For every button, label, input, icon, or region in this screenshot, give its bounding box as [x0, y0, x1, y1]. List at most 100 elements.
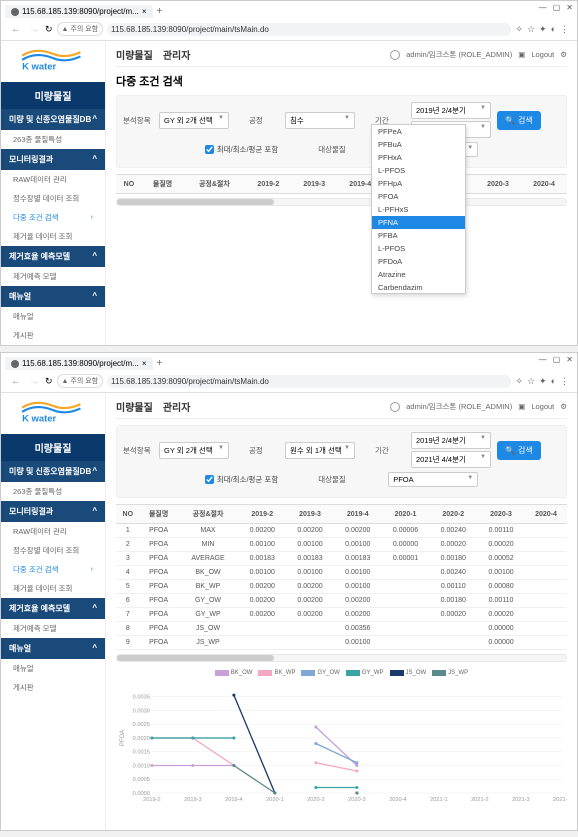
dropdown-option[interactable]: PFBA	[372, 229, 465, 242]
dropdown-option[interactable]: L-PFOS	[372, 242, 465, 255]
maximize-icon[interactable]: ▢	[553, 3, 561, 12]
profile-icon[interactable]: ◐	[551, 376, 556, 387]
select-period-from[interactable]: 2019년 2/4분기▼	[411, 432, 491, 449]
scrollbar-thumb[interactable]	[117, 199, 274, 205]
legend-item: BK_OW	[215, 670, 253, 676]
share-icon[interactable]: ✧	[515, 376, 523, 387]
search-button[interactable]: 🔍검색	[497, 111, 541, 130]
select-analysis[interactable]: GY 외 2개 선택▼	[159, 112, 229, 129]
security-warning[interactable]: ▲ 주의 요함	[57, 374, 104, 388]
legend-item: JS_WP	[432, 670, 468, 676]
select-period-from[interactable]: 2019년 2/4분기▼	[411, 102, 491, 119]
browser-tab[interactable]: 115.68.185.139:8090/project/m... ×	[5, 357, 153, 370]
sidebar-sec-model[interactable]: 제거효율 예측모델^	[1, 246, 105, 267]
sidebar-item-manual[interactable]: 매뉴얼	[1, 659, 105, 678]
menu-icon[interactable]: ⋮	[560, 24, 569, 35]
dropdown-option[interactable]: PFHpA	[372, 177, 465, 190]
checkbox-minmaxavg[interactable]: 최대/최소/평균 포함	[205, 474, 278, 485]
star-icon[interactable]: ☆	[527, 24, 535, 35]
sidebar-item-board[interactable]: 게시판	[1, 326, 105, 345]
sidebar-sec-monitoring[interactable]: 모니터링결과^	[1, 501, 105, 522]
select-target[interactable]: PFOA▼	[388, 472, 478, 487]
table-cell: PFOA	[140, 538, 178, 552]
table-cell: 0.00200	[286, 594, 334, 608]
logout-icon[interactable]: ▣	[518, 50, 525, 59]
horizontal-scrollbar[interactable]	[116, 198, 567, 206]
logout-icon[interactable]: ▣	[518, 402, 525, 411]
refresh-icon[interactable]: ↻	[45, 24, 53, 35]
breadcrumb: 미량물질	[116, 399, 153, 414]
sidebar-item-substance[interactable]: 263종 물질특성	[1, 482, 105, 501]
dropdown-option[interactable]: PFOA	[372, 190, 465, 203]
sidebar-item-removal[interactable]: 제거율 데이터 조회	[1, 579, 105, 598]
minimize-icon[interactable]: —	[539, 355, 547, 364]
back-icon[interactable]: ←	[9, 24, 23, 35]
tab-title: 115.68.185.139:8090/project/m...	[22, 7, 139, 16]
select-process[interactable]: 침수▼	[285, 112, 355, 129]
sidebar-sec-manual[interactable]: 매뉴얼^	[1, 638, 105, 659]
sidebar-item-substance[interactable]: 263종 물질특성	[1, 130, 105, 149]
sidebar-sec-db[interactable]: 미량 및 신종오염물질DB^	[1, 109, 105, 130]
search-button[interactable]: 🔍검색	[497, 441, 541, 460]
table-cell: 0.00200	[334, 608, 382, 622]
sidebar-item-multisearch[interactable]: 다중 조건 검색 ›	[1, 560, 105, 579]
sidebar-sec-monitoring[interactable]: 모니터링결과^	[1, 149, 105, 170]
logout-link[interactable]: Logout	[531, 50, 554, 59]
star-icon[interactable]: ☆	[527, 376, 535, 387]
refresh-icon[interactable]: ↻	[45, 376, 53, 387]
dropdown-option[interactable]: PFDoA	[372, 255, 465, 268]
horizontal-scrollbar[interactable]	[116, 654, 567, 662]
settings-icon[interactable]: ⚙	[560, 402, 567, 411]
close-icon[interactable]: ✕	[566, 3, 573, 12]
sidebar-item-multisearch[interactable]: 다중 조건 검색 ›	[1, 208, 105, 227]
menu-icon[interactable]: ⋮	[560, 376, 569, 387]
profile-icon[interactable]: ◐	[551, 24, 556, 35]
add-tab-icon[interactable]: +	[157, 6, 163, 17]
address-bar[interactable]: 115.68.185.139:8090/project/main/tsMain.…	[107, 23, 511, 36]
sidebar-sec-manual[interactable]: 매뉴얼^	[1, 286, 105, 307]
select-analysis[interactable]: GY 외 2개 선택▼	[159, 442, 229, 459]
sidebar-sec-db[interactable]: 미량 및 신종오염물질DB^	[1, 461, 105, 482]
dropdown-option[interactable]: Carbendazim	[372, 281, 465, 294]
tab-close-icon[interactable]: ×	[142, 359, 147, 368]
logout-link[interactable]: Logout	[531, 402, 554, 411]
tab-close-icon[interactable]: ×	[142, 7, 147, 16]
select-process[interactable]: 원수 외 1개 선택▼	[285, 442, 355, 459]
table-header: 2019-2	[238, 505, 286, 524]
address-bar[interactable]: 115.68.185.139:8090/project/main/tsMain.…	[107, 375, 511, 388]
sidebar-item-removal[interactable]: 제거율 데이터 조회	[1, 227, 105, 246]
sidebar-item-raw[interactable]: RAW데이터 관리	[1, 170, 105, 189]
extension-icon[interactable]: ✦	[539, 24, 547, 35]
dropdown-option[interactable]: PFPeA	[372, 125, 465, 138]
scrollbar-thumb[interactable]	[117, 655, 274, 661]
table-cell: 0.00200	[286, 580, 334, 594]
add-tab-icon[interactable]: +	[157, 358, 163, 369]
sidebar-item-manual[interactable]: 매뉴얼	[1, 307, 105, 326]
dropdown-option[interactable]: L-PFHxS	[372, 203, 465, 216]
sidebar-item-predictmodel[interactable]: 제거예측 모델	[1, 619, 105, 638]
checkbox-minmaxavg[interactable]: 최대/최소/평균 포함	[205, 144, 278, 155]
settings-icon[interactable]: ⚙	[560, 50, 567, 59]
extension-icon[interactable]: ✦	[539, 376, 547, 387]
select-period-to[interactable]: 2021년 4/4분기▼	[411, 451, 491, 468]
sidebar-item-plantdata[interactable]: 정수장별 데이터 조회	[1, 541, 105, 560]
share-icon[interactable]: ✧	[515, 24, 523, 35]
table-header: 2019-3	[291, 175, 337, 194]
dropdown-option[interactable]: PFHxA	[372, 151, 465, 164]
dropdown-option[interactable]: PFNA	[372, 216, 465, 229]
dropdown-target[interactable]: PFPeAPFBuAPFHxAL-PFOSPFHpAPFOAL-PFHxSPFN…	[371, 124, 466, 294]
browser-tab[interactable]: 115.68.185.139:8090/project/m... ×	[5, 5, 153, 18]
dropdown-option[interactable]: Atrazine	[372, 268, 465, 281]
security-warning[interactable]: ▲ 주의 요함	[57, 22, 104, 36]
sidebar-item-raw[interactable]: RAW데이터 관리	[1, 522, 105, 541]
sidebar-sec-model[interactable]: 제거효율 예측모델^	[1, 598, 105, 619]
dropdown-option[interactable]: L-PFOS	[372, 164, 465, 177]
sidebar-item-board[interactable]: 게시판	[1, 678, 105, 697]
sidebar-item-predictmodel[interactable]: 제거예측 모델	[1, 267, 105, 286]
back-icon[interactable]: ←	[9, 376, 23, 387]
maximize-icon[interactable]: ▢	[553, 355, 561, 364]
close-icon[interactable]: ✕	[566, 355, 573, 364]
sidebar-item-plantdata[interactable]: 정수장별 데이터 조회	[1, 189, 105, 208]
dropdown-option[interactable]: PFBuA	[372, 138, 465, 151]
minimize-icon[interactable]: —	[539, 3, 547, 12]
